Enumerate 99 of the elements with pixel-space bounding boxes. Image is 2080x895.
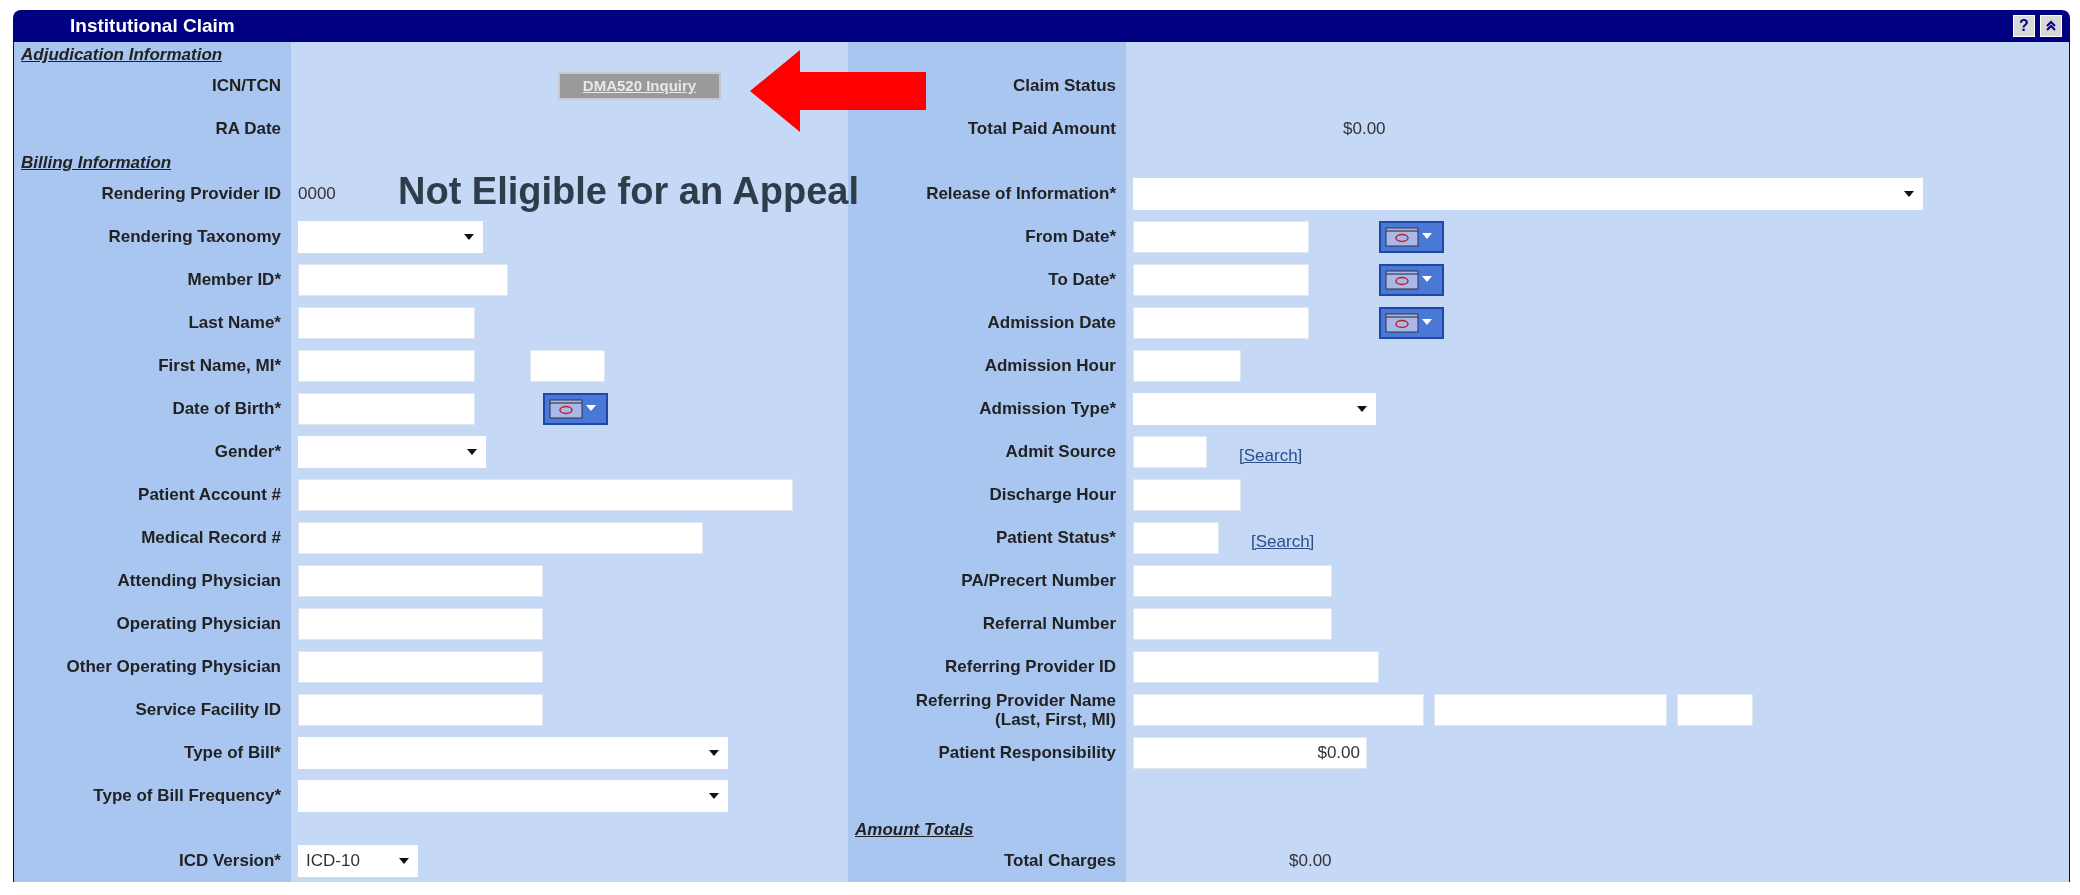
- caret-icon: [586, 405, 596, 412]
- field-label: First Name, MI*: [158, 356, 281, 375]
- caret-icon: [1422, 319, 1432, 326]
- input-field[interactable]: [1133, 220, 1309, 253]
- value-text: 0000: [298, 183, 336, 204]
- date-picker-button[interactable]: [1379, 263, 1444, 296]
- field-label: Admission Date: [987, 313, 1116, 332]
- calendar-icon: [1385, 269, 1419, 290]
- caret-icon: [466, 447, 478, 456]
- calendar-icon: [549, 398, 583, 419]
- field-label: Date of Birth*: [172, 399, 281, 418]
- field-label: Medical Record #: [141, 528, 281, 547]
- field-label: Referring Provider Name (Last, First, MI): [914, 690, 1116, 729]
- help-button[interactable]: ?: [2013, 15, 2035, 37]
- search-link[interactable]: [Search]: [1251, 531, 1315, 552]
- section-heading: Amount Totals: [855, 820, 974, 839]
- input-field[interactable]: [1677, 693, 1753, 726]
- input-field[interactable]: [298, 564, 543, 597]
- field-label: Operating Physician: [116, 614, 281, 633]
- field-label: From Date*: [1025, 227, 1116, 246]
- field-label: Total Paid Amount: [967, 119, 1116, 138]
- input-field[interactable]: [1434, 693, 1667, 726]
- input-field[interactable]: [298, 693, 543, 726]
- dropdown[interactable]: [298, 779, 728, 812]
- caret-icon: [463, 232, 475, 241]
- caret-icon: [1356, 404, 1368, 413]
- dropdown[interactable]: [298, 736, 728, 769]
- value-text: $0.00: [1289, 850, 1332, 871]
- field-label: Total Charges: [1003, 851, 1116, 870]
- section-heading: Billing Information: [21, 153, 172, 172]
- field-label: Admit Source: [1005, 442, 1116, 461]
- input-field[interactable]: [530, 349, 605, 382]
- field-label: Admission Hour: [984, 356, 1116, 375]
- caret-icon: [398, 856, 410, 865]
- field-label: ICD Version*: [178, 851, 281, 870]
- field-label: Other Operating Physician: [66, 657, 281, 676]
- calendar-icon: [1385, 226, 1419, 247]
- field-label: Release of Information*: [926, 184, 1116, 203]
- input-field[interactable]: [298, 263, 508, 296]
- field-label: Gender*: [214, 442, 281, 461]
- dropdown[interactable]: [1133, 392, 1376, 425]
- date-picker-button[interactable]: [1379, 220, 1444, 253]
- input-field[interactable]: [298, 521, 703, 554]
- double-chevron-icon: [2045, 20, 2057, 32]
- input-field[interactable]: [1133, 521, 1219, 554]
- input-field[interactable]: $0.00: [1133, 736, 1367, 769]
- calendar-icon: [1385, 312, 1419, 333]
- section-heading: Adjudication Information: [21, 45, 223, 64]
- field-label: ICN/TCN: [212, 76, 281, 95]
- input-field[interactable]: [1133, 564, 1332, 597]
- field-label: Patient Status*: [996, 528, 1116, 547]
- field-label: Admission Type*: [979, 399, 1116, 418]
- notice-text: Not Eligible for an Appeal: [398, 170, 859, 213]
- input-field[interactable]: [298, 607, 543, 640]
- input-field[interactable]: [298, 478, 793, 511]
- value-text: $0.00: [1343, 118, 1386, 139]
- field-label: Service Facility ID: [135, 700, 281, 719]
- field-label: Claim Status: [1013, 76, 1116, 95]
- dropdown[interactable]: ICD-10: [298, 844, 418, 877]
- dropdown[interactable]: [298, 435, 486, 468]
- dropdown[interactable]: [298, 220, 483, 253]
- input-field[interactable]: [298, 392, 475, 425]
- caret-icon: [708, 748, 720, 757]
- input-field[interactable]: [1133, 693, 1424, 726]
- input-field[interactable]: [298, 650, 543, 683]
- input-field[interactable]: [1133, 435, 1207, 468]
- field-label: Rendering Taxonomy: [108, 227, 281, 246]
- field-label: Member ID*: [187, 270, 281, 289]
- input-field[interactable]: [1133, 478, 1241, 511]
- dropdown[interactable]: [1133, 177, 1923, 210]
- field-label: PA/Precert Number: [961, 571, 1116, 590]
- field-label: Patient Responsibility: [938, 743, 1116, 762]
- search-link[interactable]: [Search]: [1239, 445, 1303, 466]
- date-picker-button[interactable]: [1379, 306, 1444, 339]
- date-picker-button[interactable]: [543, 392, 608, 425]
- field-label: Referring Provider ID: [945, 657, 1116, 676]
- input-field[interactable]: [1133, 607, 1332, 640]
- input-field[interactable]: [298, 349, 475, 382]
- caret-icon: [708, 791, 720, 800]
- field-label: Type of Bill*: [184, 743, 281, 762]
- field-label: Patient Account #: [138, 485, 281, 504]
- field-label: RA Date: [215, 119, 281, 138]
- input-field[interactable]: [1133, 306, 1309, 339]
- field-label: Discharge Hour: [989, 485, 1116, 504]
- field-label: To Date*: [1048, 270, 1116, 289]
- field-label: Attending Physician: [117, 571, 281, 590]
- caret-icon: [1422, 233, 1432, 240]
- input-field[interactable]: [1133, 650, 1379, 683]
- panel-title: Institutional Claim: [70, 15, 236, 37]
- field-label: Type of Bill Frequency*: [93, 786, 281, 805]
- field-label: Referral Number: [982, 614, 1116, 633]
- input-field[interactable]: [1133, 349, 1241, 382]
- caret-icon: [1422, 276, 1432, 283]
- caret-icon: [1903, 189, 1915, 198]
- field-label: Rendering Provider ID: [101, 184, 281, 203]
- collapse-button[interactable]: [2040, 15, 2062, 37]
- input-field[interactable]: [298, 306, 475, 339]
- field-label: Last Name*: [188, 313, 281, 332]
- input-field[interactable]: [1133, 263, 1309, 296]
